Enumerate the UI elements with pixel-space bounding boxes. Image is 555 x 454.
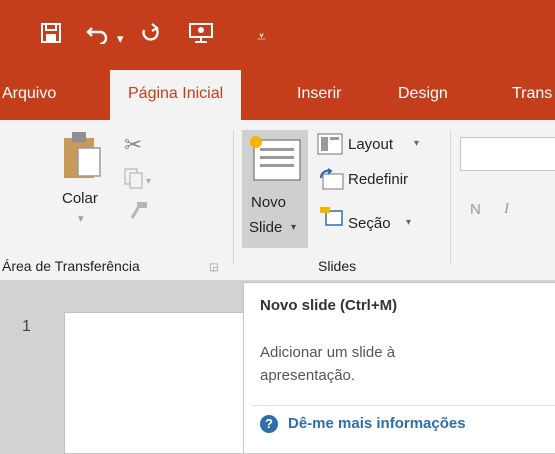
tooltip-help-label: Dê-me mais informações (288, 415, 466, 432)
paste-dropdown-icon[interactable]: ▾ (78, 212, 84, 225)
new-slide-icon (248, 134, 304, 191)
tooltip-title: Novo slide (Ctrl+M) (260, 297, 398, 314)
help-icon: ? (260, 415, 278, 434)
section-dropdown-icon[interactable]: ▾ (406, 217, 411, 228)
layout-icon[interactable] (317, 133, 343, 160)
tab-inserir[interactable]: Inserir (297, 70, 341, 120)
dialog-launcher-icon[interactable]: ◲ (209, 262, 218, 273)
tab-pagina-inicial[interactable]: Página Inicial (110, 70, 242, 120)
layout-button[interactable]: Layout (348, 136, 393, 153)
reset-icon[interactable] (318, 168, 344, 195)
undo-dropdown-icon[interactable]: ▾ (117, 27, 124, 51)
reset-button[interactable]: Redefinir (348, 171, 408, 188)
group-separator (233, 130, 234, 265)
customize-qat-icon[interactable]: ⩡ (257, 26, 266, 50)
slide-thumbnail[interactable] (64, 312, 266, 454)
slide-number: 1 (22, 318, 31, 335)
font-name-combobox[interactable] (460, 137, 555, 171)
tab-arquivo[interactable]: Arquivo (2, 70, 56, 120)
layout-dropdown-icon[interactable]: ▾ (414, 138, 419, 149)
format-painter-icon[interactable] (128, 200, 150, 227)
paste-label[interactable]: Colar (62, 190, 98, 207)
tooltip-help-link[interactable]: ? Dê-me mais informações (260, 415, 466, 434)
new-slide-label-2: Slide (249, 219, 283, 236)
undo-icon[interactable] (86, 22, 110, 49)
tooltip-divider (252, 405, 555, 406)
new-slide-tooltip: Novo slide (Ctrl+M) Adicionar um slide à… (243, 282, 555, 454)
save-icon[interactable] (40, 22, 62, 49)
clipboard-group-label: Área de Transferência (2, 258, 140, 274)
svg-text:▾: ▾ (146, 176, 151, 187)
tooltip-description: Adicionar um slide à apresentação. (260, 344, 396, 384)
bold-button[interactable]: N (470, 201, 481, 218)
italic-button[interactable]: I (504, 201, 509, 218)
ribbon-tabs: Arquivo Página Inicial Inserir Design Tr… (0, 70, 555, 120)
section-button[interactable]: Seção (348, 215, 391, 232)
redo-icon[interactable] (140, 22, 162, 49)
new-slide-label-1: Novo (251, 194, 287, 211)
paste-icon[interactable] (62, 130, 102, 185)
group-separator (450, 130, 451, 265)
new-slide-dropdown-icon: ▾ (291, 222, 297, 233)
quick-access-toolbar: ▾ ⩡ (0, 0, 555, 70)
tab-transicoes[interactable]: Trans (512, 70, 552, 120)
tab-design[interactable]: Design (398, 70, 448, 120)
copy-icon[interactable]: ▾ (124, 168, 154, 195)
start-from-beginning-icon[interactable] (188, 22, 214, 49)
cut-icon[interactable]: ✂ (124, 132, 142, 158)
slides-group-label: Slides (318, 258, 357, 274)
section-icon[interactable] (318, 205, 344, 232)
